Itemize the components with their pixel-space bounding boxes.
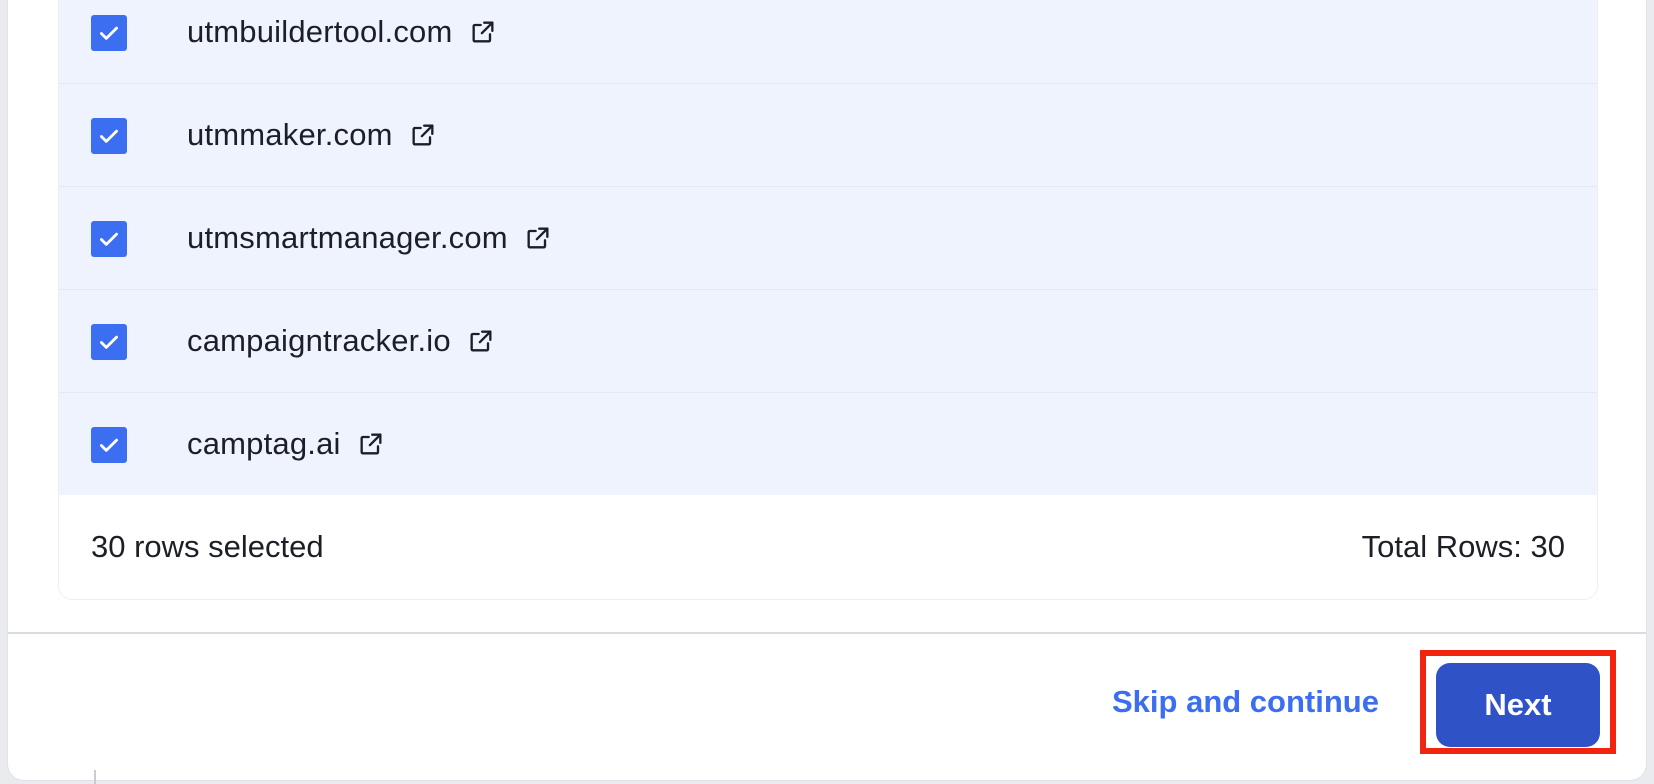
page: utmbuildertool.com utmmaker.com utmsmart… bbox=[0, 0, 1654, 784]
table-footer: 30 rows selected Total Rows: 30 bbox=[59, 495, 1597, 599]
background-divider bbox=[94, 770, 96, 784]
domain-label: utmbuildertool.com bbox=[187, 14, 453, 49]
row-checkbox[interactable] bbox=[91, 15, 127, 51]
import-dialog: utmbuildertool.com utmmaker.com utmsmart… bbox=[8, 0, 1646, 780]
row-checkbox[interactable] bbox=[91, 324, 127, 360]
external-link-icon[interactable] bbox=[409, 121, 437, 149]
row-domain: utmmaker.com bbox=[187, 110, 437, 160]
external-link-icon[interactable] bbox=[467, 327, 495, 355]
row-checkbox[interactable] bbox=[91, 427, 127, 463]
table-row[interactable]: camptag.ai bbox=[59, 393, 1597, 496]
checkmark-icon bbox=[100, 335, 118, 349]
rows-selected-count: 30 rows selected bbox=[91, 529, 324, 564]
footer-divider bbox=[8, 632, 1646, 634]
domain-label: campaigntracker.io bbox=[187, 323, 451, 358]
checkmark-icon bbox=[100, 232, 118, 246]
row-domain: utmsmartmanager.com bbox=[187, 213, 552, 263]
row-domain: utmbuildertool.com bbox=[187, 7, 497, 57]
domains-table: utmbuildertool.com utmmaker.com utmsmart… bbox=[58, 0, 1598, 600]
row-domain: campaigntracker.io bbox=[187, 316, 495, 366]
next-button[interactable]: Next bbox=[1436, 663, 1600, 747]
row-checkbox[interactable] bbox=[91, 118, 127, 154]
table-row[interactable]: utmsmartmanager.com bbox=[59, 187, 1597, 290]
domain-label: utmmaker.com bbox=[187, 117, 393, 152]
external-link-icon[interactable] bbox=[524, 224, 552, 252]
table-row[interactable]: campaigntracker.io bbox=[59, 290, 1597, 393]
external-link-icon[interactable] bbox=[469, 18, 497, 46]
domain-label: camptag.ai bbox=[187, 426, 341, 461]
external-link-icon[interactable] bbox=[357, 430, 385, 458]
checkmark-icon bbox=[100, 438, 118, 452]
total-rows-count: Total Rows: 30 bbox=[1361, 529, 1565, 564]
domain-label: utmsmartmanager.com bbox=[187, 220, 508, 255]
table-row[interactable]: utmbuildertool.com bbox=[59, 0, 1597, 84]
skip-and-continue-button[interactable]: Skip and continue bbox=[1112, 684, 1379, 720]
checkmark-icon bbox=[100, 26, 118, 40]
checkmark-icon bbox=[100, 129, 118, 143]
table-row[interactable]: utmmaker.com bbox=[59, 84, 1597, 187]
row-domain: camptag.ai bbox=[187, 419, 385, 469]
row-checkbox[interactable] bbox=[91, 221, 127, 257]
